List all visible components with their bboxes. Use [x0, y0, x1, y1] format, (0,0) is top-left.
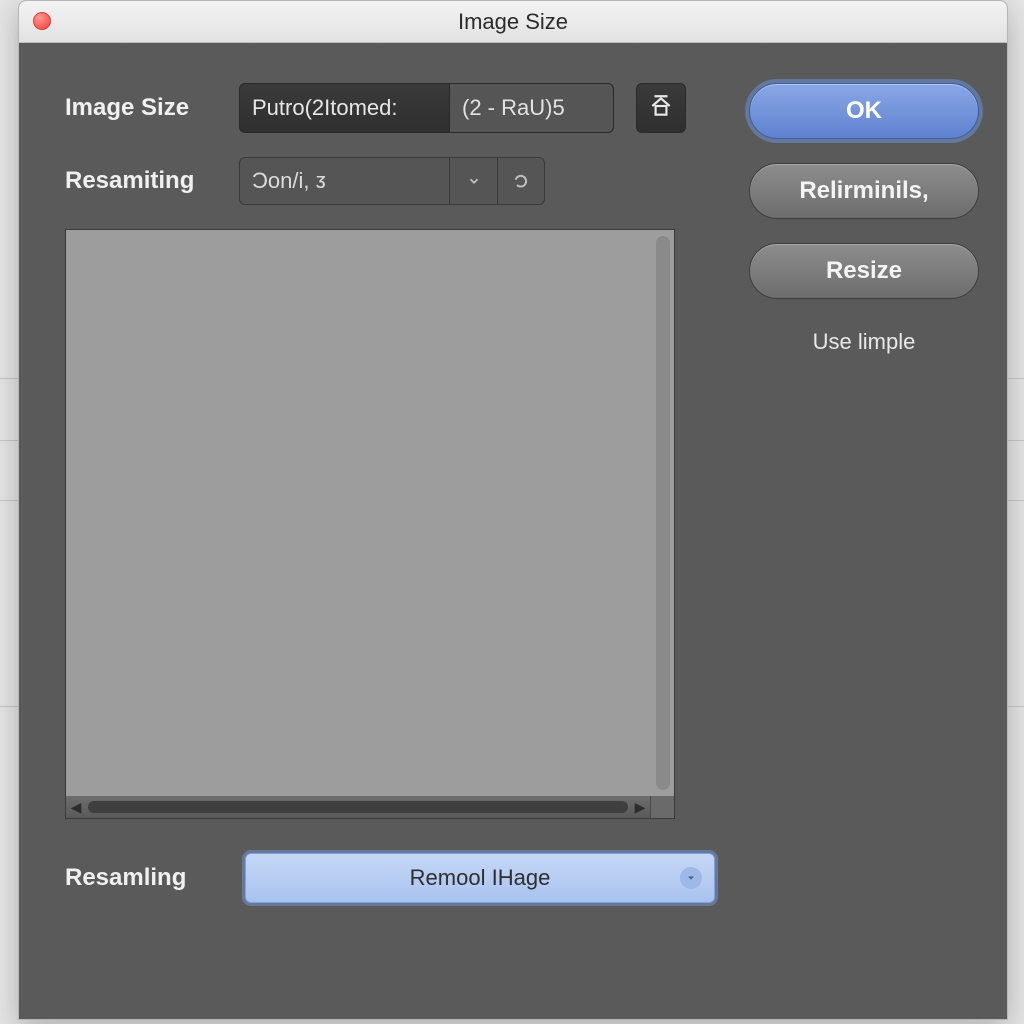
scroll-right-icon[interactable]: ▶	[630, 796, 650, 818]
vertical-scrollbar[interactable]	[656, 236, 670, 790]
resampling-top-dropdown[interactable]: Ɔon/i, ᴣ	[239, 157, 545, 205]
image-size-value[interactable]: Putro(2Itomed:	[239, 83, 449, 133]
scroll-corner	[650, 796, 674, 818]
resampling-bottom-dropdown[interactable]: Remool IHage	[245, 853, 715, 903]
horizontal-scrollbar[interactable]: ◀ ▶	[66, 796, 650, 818]
chevron-down-icon[interactable]	[449, 157, 497, 205]
window-title: Image Size	[19, 9, 1007, 35]
home-up-icon	[648, 93, 674, 124]
horizontal-scroll-thumb[interactable]	[88, 801, 628, 813]
image-size-label: Image Size	[65, 94, 225, 122]
image-size-dialog: Image Size Image Size Putro(2Itomed: (2 …	[18, 0, 1008, 1020]
undo-icon[interactable]	[497, 157, 545, 205]
resampling-bottom-row: Resamling Remool IHage	[65, 853, 745, 903]
side-button-column: OK Relirminils, Resize Use limple	[749, 83, 979, 355]
resampling-top-value: Ɔon/i, ᴣ	[239, 157, 449, 205]
fit-to-screen-button[interactable]	[636, 83, 686, 133]
image-size-row: Image Size Putro(2Itomed: (2 - RaU)5	[65, 83, 745, 133]
titlebar: Image Size	[19, 1, 1007, 43]
resampling-bottom-value: Remool IHage	[260, 865, 700, 891]
image-size-readout: (2 - RaU)5	[449, 83, 614, 133]
ok-button[interactable]: OK	[749, 83, 979, 139]
close-icon[interactable]	[33, 12, 51, 30]
chevron-down-icon[interactable]	[680, 867, 702, 889]
preview-pane: ◀ ▶	[65, 229, 675, 819]
dialog-body: Image Size Putro(2Itomed: (2 - RaU)5 Res…	[19, 43, 1007, 1019]
image-size-field[interactable]: Putro(2Itomed: (2 - RaU)5	[239, 83, 614, 133]
resize-button[interactable]: Resize	[749, 243, 979, 299]
scroll-left-icon[interactable]: ◀	[66, 796, 86, 818]
resampling-bottom-label: Resamling	[65, 864, 225, 892]
resampling-top-row: Resamiting Ɔon/i, ᴣ	[65, 157, 745, 205]
resampling-top-label: Resamiting	[65, 167, 225, 195]
relirminils-button[interactable]: Relirminils,	[749, 163, 979, 219]
use-limple-text: Use limple	[749, 329, 979, 355]
